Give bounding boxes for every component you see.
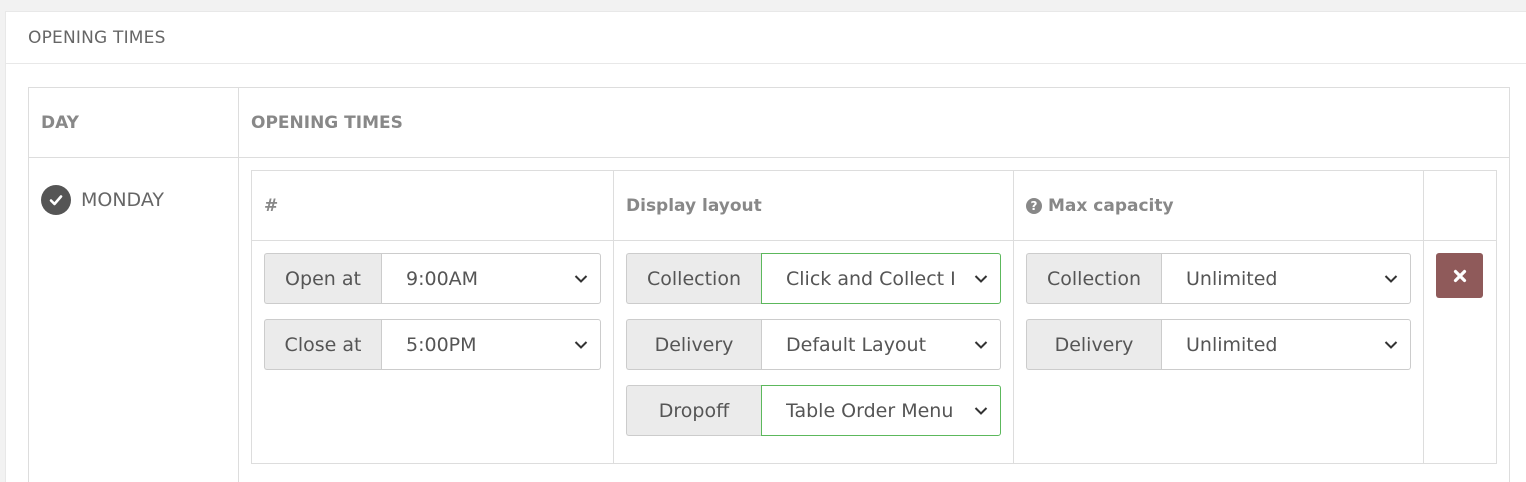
remove-time-button[interactable]: [1436, 253, 1483, 298]
chevron-down-icon: [1384, 274, 1398, 283]
capacity-collection-select[interactable]: Unlimited: [1161, 253, 1411, 304]
layout-collection-label: Collection: [626, 253, 761, 304]
layout-dropoff-value: Table Order Menu: [786, 399, 954, 422]
layout-dropoff-label: Dropoff: [626, 385, 761, 436]
check-circle-icon[interactable]: [41, 185, 71, 215]
layout-delivery-label: Delivery: [626, 319, 761, 370]
layout-collection-group: Collection Click and Collect I: [626, 253, 1001, 304]
layout-collection-value: Click and Collect I: [786, 267, 956, 290]
display-layout-column-header: Display layout: [626, 196, 762, 216]
capacity-delivery-label: Delivery: [1026, 319, 1161, 370]
index-column-header: #: [264, 196, 279, 216]
layout-collection-select[interactable]: Click and Collect I: [761, 253, 1001, 304]
chevron-down-icon: [974, 274, 988, 283]
chevron-down-icon: [1384, 340, 1398, 349]
max-capacity-column-header: ? Max capacity: [1026, 171, 1174, 241]
column-divider: [1013, 171, 1014, 463]
close-at-label: Close at: [264, 319, 381, 370]
chevron-down-icon: [974, 406, 988, 415]
close-at-value: 5:00PM: [406, 333, 477, 356]
capacity-collection-label: Collection: [1026, 253, 1161, 304]
open-at-select[interactable]: 9:00AM: [381, 253, 601, 304]
day-cell-monday: MONDAY: [41, 185, 164, 215]
question-circle-icon[interactable]: ?: [1026, 198, 1042, 214]
times-icon: [1453, 269, 1466, 282]
layout-delivery-select[interactable]: Default Layout: [761, 319, 1001, 370]
column-divider: [613, 171, 614, 463]
day-label: MONDAY: [81, 189, 164, 211]
close-at-group: Close at 5:00PM: [264, 319, 601, 370]
column-divider: [1423, 171, 1424, 463]
capacity-collection-value: Unlimited: [1186, 267, 1278, 290]
layout-dropoff-group: Dropoff Table Order Menu: [626, 385, 1001, 436]
close-at-select[interactable]: 5:00PM: [381, 319, 601, 370]
capacity-delivery-value: Unlimited: [1186, 333, 1278, 356]
chevron-down-icon: [574, 274, 588, 283]
day-column-header: DAY: [41, 113, 79, 133]
capacity-collection-group: Collection Unlimited: [1026, 253, 1411, 304]
open-at-value: 9:00AM: [406, 267, 479, 290]
table-header-row: DAY OPENING TIMES: [29, 88, 1509, 158]
layout-delivery-value: Default Layout: [786, 333, 927, 356]
opening-times-column-header: OPENING TIMES: [251, 113, 403, 133]
times-subtable: # Display layout ? Max capacity Open at …: [251, 170, 1497, 464]
open-at-label: Open at: [264, 253, 381, 304]
layout-dropoff-select[interactable]: Table Order Menu: [761, 385, 1001, 436]
chevron-down-icon: [574, 340, 588, 349]
panel-title: OPENING TIMES: [6, 12, 1526, 64]
capacity-delivery-select[interactable]: Unlimited: [1161, 319, 1411, 370]
subtable-header-row: [252, 171, 1496, 241]
column-divider: [238, 88, 239, 482]
layout-delivery-group: Delivery Default Layout: [626, 319, 1001, 370]
chevron-down-icon: [974, 340, 988, 349]
max-capacity-label: Max capacity: [1048, 196, 1174, 216]
capacity-delivery-group: Delivery Unlimited: [1026, 319, 1411, 370]
open-at-group: Open at 9:00AM: [264, 253, 601, 304]
